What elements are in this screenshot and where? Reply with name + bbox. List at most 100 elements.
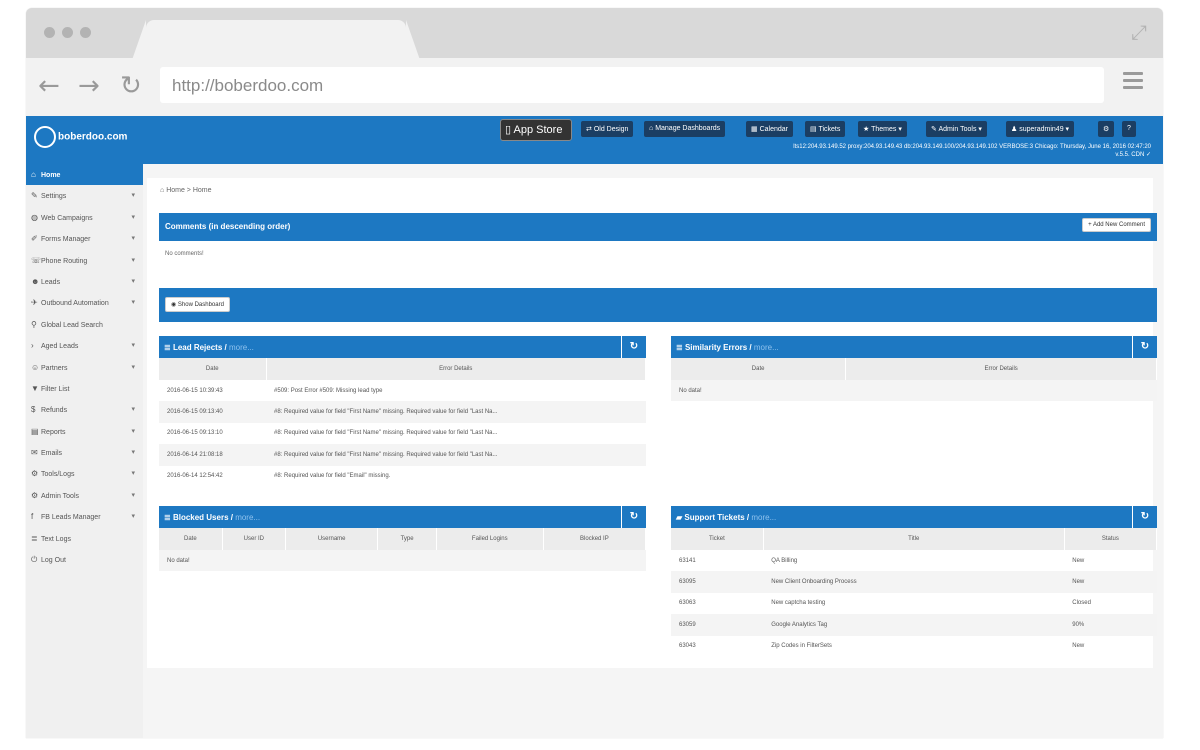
support-tickets-col-ticket[interactable]: Ticket [671, 528, 764, 550]
phone-icon: ☏ [31, 255, 42, 265]
sidebar-item-phone-routing[interactable]: ☏Phone Routing ▾ [26, 250, 143, 271]
sidebar-item-emails[interactable]: ✉ Emails ▾ [26, 442, 143, 463]
window-close-dot[interactable] [44, 27, 55, 38]
support-tickets-more-link[interactable]: more... [751, 513, 776, 522]
sidebar-item-admin-tools[interactable]: ⚙ Admin Tools ▾ [26, 485, 143, 506]
table-cell: 90% [1064, 614, 1157, 636]
app-store-badge[interactable]: ▯ App Store [500, 119, 572, 141]
user-menu[interactable]: ♟ superadmin49 ▾ [1006, 121, 1075, 137]
manage-dashboards-button[interactable]: ⌂ Manage Dashboards [644, 121, 726, 137]
back-arrow-icon[interactable]: ← [38, 71, 60, 101]
blocked-users-col-username[interactable]: Username [285, 528, 379, 550]
forward-arrow-icon[interactable]: → [78, 71, 100, 101]
calendar-button[interactable]: ▦ Calendar [746, 121, 793, 137]
support-tickets-refresh-icon[interactable]: ↻ [1132, 506, 1157, 528]
window-maximize-dot[interactable] [80, 27, 91, 38]
sidebar-item-web-campaigns[interactable]: ◍ Web Campaigns ▾ [26, 207, 143, 228]
sidebar-item-label: Log Out [41, 557, 66, 565]
list-icon: ≣ [31, 533, 38, 543]
envelope-icon: ✉ [31, 448, 38, 458]
dashboard-bar: ◉ Show Dashboard [159, 288, 1157, 322]
breadcrumb[interactable]: ⌂ Home > Home [160, 187, 212, 194]
sidebar-item-label: Global Lead Search [41, 321, 103, 329]
similarity-errors-col-error-details[interactable]: Error Details [845, 358, 1157, 380]
sidebar: ⌂ Home ✎ Settings ▾ ◍ Web Campaigns ▾ ✐ Forms Man… [26, 164, 143, 738]
table-row[interactable]: 2016-06-15 09:13:40 #8: Required value fo… [159, 401, 646, 423]
table-row[interactable]: 63141 QA Billing New [671, 550, 1157, 571]
table-cell: #509: Post Error #509: Missing lead type [274, 387, 383, 394]
sidebar-item-aged-leads[interactable]: › Aged Leads ▾ [26, 335, 143, 356]
sidebar-item-filter-list[interactable]: ▼ Filter List [26, 378, 143, 399]
add-new-comment-button[interactable]: + Add New Comment [1082, 218, 1151, 232]
table-cell: 2016-06-15 10:39:43 [167, 387, 223, 394]
old-design-icon: ⇄ [586, 126, 594, 133]
top-navigation: boberdoo.com ▯ App Store ⇄ Old Design ⌂ M… [26, 116, 1163, 164]
sidebar-item-refunds[interactable]: $ Refunds ▾ [26, 399, 143, 420]
blocked-users-col-date[interactable]: Date [159, 528, 223, 550]
tickets-button[interactable]: ▤ Tickets [805, 121, 846, 137]
boberdoo-logo[interactable]: boberdoo.com [34, 126, 127, 148]
lead-rejects-more-link[interactable]: more... [229, 343, 254, 352]
similarity-errors-header: ≣ Similarity Errors / more... ↻ [671, 336, 1157, 358]
table-row[interactable]: 63095 New Client Onboarding Process New [671, 571, 1157, 593]
chevron-down-icon: ▾ [131, 470, 135, 478]
sidebar-item-global-lead-search[interactable]: ⚲ Global Lead Search [26, 314, 143, 335]
blocked-users-col-failed-logins[interactable]: Failed Logins [436, 528, 544, 550]
chevron-down-icon: ▾ [131, 406, 135, 414]
table-row[interactable]: 2016-06-15 09:13:10 #8: Required value fo… [159, 423, 646, 444]
lead-rejects-col-error-details[interactable]: Error Details [266, 358, 647, 380]
blocked-users-col-user-id[interactable]: User ID [222, 528, 286, 550]
table-row[interactable]: 63059 Google Analytics Tag 90% [671, 614, 1157, 636]
chevron-down-icon: ▾ [131, 363, 135, 371]
sidebar-item-text-logs[interactable]: ≣ Text Logs [26, 528, 143, 549]
browser-tab[interactable] [146, 20, 406, 60]
reload-icon[interactable]: ↻ [120, 71, 142, 101]
address-bar-row: ← → ↻ http://boberdoo.com [26, 58, 1163, 116]
sidebar-item-tools-logs[interactable]: ⚙ Tools/Logs ▾ [26, 463, 143, 484]
sidebar-item-leads[interactable]: ☻ Leads ▾ [26, 271, 143, 292]
sidebar-item-label: Partners [41, 364, 68, 372]
table-row[interactable]: 63043 Zip Codes in FilterSets New [671, 636, 1157, 657]
hamburger-menu-icon[interactable] [1123, 72, 1143, 93]
sidebar-item-outbound-automation[interactable]: ✈ Outbound Automation ▾ [26, 292, 143, 313]
expand-icon[interactable]: ⤢ [1131, 22, 1147, 45]
table-row[interactable]: 2016-06-15 10:39:43 #509: Post Error #509… [159, 380, 646, 401]
support-tickets-col-title[interactable]: Title [763, 528, 1065, 550]
old-design-button[interactable]: ⇄ Old Design [581, 121, 634, 137]
sidebar-item-fb-leads-manager[interactable]: f FB Leads Manager ▾ [26, 506, 143, 527]
sidebar-item-forms-manager[interactable]: ✐ Forms Manager ▾ [26, 228, 143, 249]
table-row[interactable]: 63063 New captcha testing Closed [671, 593, 1157, 614]
show-dashboard-button[interactable]: ◉ Show Dashboard [165, 297, 230, 312]
chevron-down-icon: ▾ [131, 342, 135, 350]
themes-menu[interactable]: ★ Themes ▾ [858, 121, 907, 137]
table-cell: #8: Required value for field "First Name… [266, 444, 646, 466]
similarity-errors-more-link[interactable]: more... [754, 343, 779, 352]
help-icon[interactable]: ? [1122, 121, 1136, 137]
similarity-errors-col-date[interactable]: Date [671, 358, 847, 380]
sidebar-item-home[interactable]: ⌂ Home [26, 164, 143, 186]
chevron-down-icon: ▾ [131, 235, 135, 243]
lead-rejects-col-date[interactable]: Date [159, 358, 267, 380]
blocked-users-col-type[interactable]: Type [377, 528, 437, 550]
table-cell: Closed [1072, 600, 1091, 607]
sidebar-item-partners[interactable]: ☺ Partners ▾ [26, 357, 143, 378]
calendar-button-label: Calendar [759, 126, 788, 133]
blocked-users-title: ≣ Blocked Users / more... [164, 513, 261, 522]
blocked-users-col-blocked-ip[interactable]: Blocked IP [543, 528, 647, 550]
similarity-errors-refresh-icon[interactable]: ↻ [1132, 336, 1157, 358]
table-row[interactable]: 2016-06-14 12:54:42 #8: Required value fo… [159, 466, 646, 487]
sidebar-item-log-out[interactable]: ⏻ Log Out [26, 549, 143, 570]
support-tickets-col-status[interactable]: Status [1064, 528, 1158, 550]
blocked-users-refresh-icon[interactable]: ↻ [621, 506, 646, 528]
url-field[interactable]: http://boberdoo.com [160, 67, 1104, 103]
sidebar-item-reports[interactable]: ▤ Reports ▾ [26, 421, 143, 442]
sidebar-item-settings[interactable]: ✎ Settings ▾ [26, 185, 143, 206]
lead-rejects-refresh-icon[interactable]: ↻ [621, 336, 646, 358]
admin-tools-menu[interactable]: ✎ Admin Tools ▾ [926, 121, 987, 137]
window-minimize-dot[interactable] [62, 27, 73, 38]
table-row[interactable]: 2016-06-14 21:08:18 #8: Required value fo… [159, 444, 646, 466]
settings-gear-icon[interactable]: ⚙ [1098, 121, 1115, 137]
blocked-users-more-link[interactable]: more... [235, 513, 260, 522]
partners-icon: ☺ [31, 362, 40, 372]
plane-icon: ✈ [31, 298, 38, 308]
